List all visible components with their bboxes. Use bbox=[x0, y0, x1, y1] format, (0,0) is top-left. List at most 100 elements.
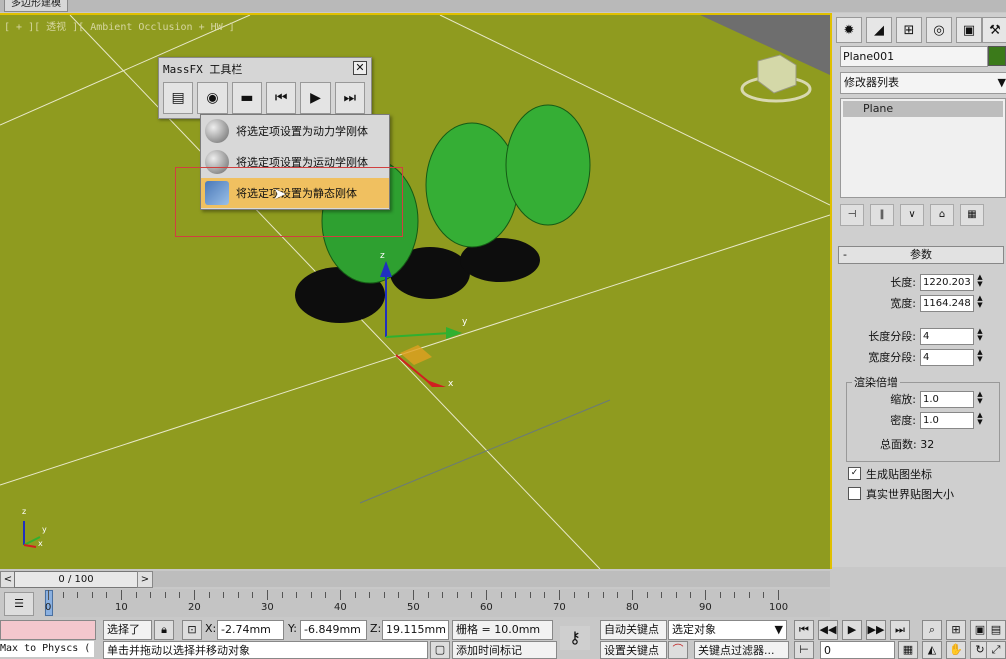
density-spinner[interactable]: ▲ ▼ bbox=[976, 412, 984, 427]
track-tick bbox=[778, 590, 779, 600]
track-tick-label: 30 bbox=[261, 602, 274, 613]
configure-sets-icon[interactable]: ▦ bbox=[960, 204, 984, 226]
mouse-cursor-icon: ➤ bbox=[273, 184, 287, 203]
previous-frame-icon[interactable]: ◀◀ bbox=[818, 620, 838, 640]
motion-tab-icon[interactable]: ◎ bbox=[926, 17, 952, 43]
object-color-swatch[interactable] bbox=[988, 46, 1006, 66]
transform-mode-icon[interactable]: ⊡ bbox=[182, 620, 202, 640]
scale-input[interactable]: 1.0 bbox=[920, 391, 974, 408]
modifier-list-dropdown[interactable]: 修改器列表 ▼ bbox=[840, 72, 1006, 94]
key-icon[interactable]: ⚷ bbox=[560, 626, 590, 650]
length-label: 长度: bbox=[890, 276, 916, 289]
go-to-end-icon[interactable]: ⏭ bbox=[890, 620, 910, 640]
scale-row: 缩放: 1.0 ▲ ▼ bbox=[836, 391, 1002, 409]
length-spinner[interactable]: ▲ ▼ bbox=[976, 274, 984, 289]
tab-poly-modeling[interactable]: 多边形建模 bbox=[4, 0, 68, 12]
set-key-button[interactable]: 设置关键点 bbox=[600, 641, 667, 659]
zoom-extents-all-icon[interactable]: ▤ bbox=[986, 620, 1006, 640]
zoom-all-icon[interactable]: ⊞ bbox=[946, 620, 966, 640]
lock-selection-icon[interactable]: 🔒︎ bbox=[154, 620, 174, 640]
length-segs-spinner[interactable]: ▲ ▼ bbox=[976, 328, 984, 343]
close-icon[interactable]: ✕ bbox=[353, 61, 367, 75]
maxscript-input[interactable]: Max to Physcs ( bbox=[0, 641, 94, 657]
track-tick bbox=[705, 590, 706, 600]
width-spinner[interactable]: ▲ ▼ bbox=[976, 295, 984, 310]
track-tick bbox=[296, 592, 298, 598]
x-coordinate-input[interactable]: -2.74mm bbox=[217, 620, 284, 640]
selected-object-dropdown[interactable]: 选定对象 ▼ bbox=[668, 620, 787, 640]
real-world-map-checkbox[interactable] bbox=[848, 487, 861, 500]
time-tag-icon[interactable]: ▢ bbox=[430, 641, 450, 659]
play-simulation-icon[interactable]: ▶ bbox=[300, 82, 331, 114]
parameters-header[interactable]: - 参数 bbox=[838, 246, 1004, 264]
gizmo-x-label: x bbox=[448, 379, 454, 389]
time-next-icon[interactable]: > bbox=[137, 571, 153, 588]
current-frame-input[interactable]: 0 bbox=[820, 641, 895, 659]
density-input[interactable]: 1.0 bbox=[920, 412, 974, 429]
maxscript-listener-mini[interactable] bbox=[0, 620, 96, 640]
play-icon[interactable]: ▶ bbox=[842, 620, 862, 640]
key-filters-button[interactable]: 关键点过滤器... bbox=[694, 641, 789, 659]
perspective-viewport[interactable]: [ + ][ 透视 ][ Ambient Occlusion + HW ] z … bbox=[0, 13, 832, 569]
dynamic-body-icon bbox=[205, 119, 229, 143]
modifier-stack[interactable]: Plane bbox=[840, 98, 1006, 198]
maximize-viewport-icon[interactable]: ⤢ bbox=[986, 641, 1006, 659]
next-frame-icon[interactable]: ▶▶ bbox=[866, 620, 886, 640]
scale-spinner[interactable]: ▲ ▼ bbox=[976, 391, 984, 406]
length-segs-input[interactable]: 4 bbox=[920, 328, 974, 345]
stack-item-plane[interactable]: Plane bbox=[843, 101, 1003, 117]
gen-map-coords-checkbox[interactable]: ✓ bbox=[848, 467, 861, 480]
tripod-y-label: y bbox=[42, 525, 47, 534]
pin-stack-icon[interactable]: ⊣ bbox=[840, 204, 864, 226]
remove-modifier-icon[interactable]: ⌂ bbox=[930, 204, 954, 226]
object-name-field[interactable]: Plane001 bbox=[840, 46, 988, 67]
track-tick-label: 70 bbox=[553, 602, 566, 613]
step-simulation-icon[interactable]: ⏭ bbox=[334, 82, 365, 114]
display-tab-icon[interactable]: ▣ bbox=[956, 17, 982, 43]
track-tick-label: 20 bbox=[188, 602, 201, 613]
create-tab-icon[interactable]: ✹ bbox=[836, 17, 862, 43]
world-settings-icon[interactable]: ▤ bbox=[163, 82, 194, 114]
y-coordinate-input[interactable]: -6.849mm bbox=[300, 620, 367, 640]
track-tick bbox=[427, 592, 429, 598]
width-segs-label: 宽度分段: bbox=[868, 351, 916, 364]
time-config-icon[interactable]: ▦ bbox=[898, 641, 918, 659]
track-tick bbox=[310, 592, 312, 598]
track-tick bbox=[340, 590, 341, 600]
gizmo-z-label: z bbox=[380, 251, 385, 261]
track-view-icon[interactable]: ☰ bbox=[4, 592, 34, 616]
modify-tab-icon[interactable]: ◢ bbox=[866, 17, 892, 43]
utilities-tab-icon[interactable]: ⚒ bbox=[982, 17, 1006, 43]
pan-icon[interactable]: ✋ bbox=[946, 641, 966, 659]
key-mode-icon[interactable]: ⊢ bbox=[794, 641, 814, 659]
reset-simulation-icon[interactable]: ⏮ bbox=[265, 82, 297, 114]
viewport-label[interactable]: [ + ][ 透视 ][ Ambient Occlusion + HW ] bbox=[4, 18, 235, 33]
width-segs-spinner[interactable]: ▲ ▼ bbox=[976, 349, 984, 364]
constraint-icon[interactable]: ▬ bbox=[231, 82, 262, 114]
show-end-result-icon[interactable]: ‖ bbox=[870, 204, 894, 226]
track-tick-label: 10 bbox=[115, 602, 128, 613]
massfx-toolbar[interactable]: MassFX 工具栏 ✕ ▤ ◉ ▬ ⏮ ▶ ⏭ bbox=[158, 57, 372, 119]
track-tick bbox=[91, 592, 93, 598]
go-to-start-icon[interactable]: ⏮ bbox=[794, 620, 814, 640]
stack-buttons: ⊣ ‖ ∨ ⌂ ▦ bbox=[840, 204, 1004, 226]
rigid-body-icon[interactable]: ◉ bbox=[197, 82, 228, 114]
width-row: 宽度: 1164.248 ▲ ▼ bbox=[836, 295, 1002, 313]
hierarchy-tab-icon[interactable]: ⊞ bbox=[896, 17, 922, 43]
total-faces: 总面数: 32 bbox=[880, 438, 935, 451]
length-input[interactable]: 1220.203 bbox=[920, 274, 974, 291]
set-key-icon[interactable]: ⌒ bbox=[668, 641, 688, 659]
auto-key-button[interactable]: 自动关键点 bbox=[600, 620, 667, 640]
width-segs-input[interactable]: 4 bbox=[920, 349, 974, 366]
make-unique-icon[interactable]: ∨ bbox=[900, 204, 924, 226]
track-tick bbox=[734, 592, 736, 598]
time-slider-thumb[interactable]: 0 / 100 bbox=[14, 571, 138, 588]
width-input[interactable]: 1164.248 bbox=[920, 295, 974, 312]
menu-item-dynamic[interactable]: 将选定项设置为动力学刚体 bbox=[201, 116, 389, 146]
track-bar[interactable] bbox=[44, 589, 830, 617]
track-tick bbox=[559, 590, 560, 600]
field-of-view-icon[interactable]: ◭ bbox=[922, 641, 942, 659]
zoom-icon[interactable]: ⌕ bbox=[922, 620, 942, 640]
z-coordinate-input[interactable]: 19.115mm bbox=[382, 620, 449, 640]
add-time-tag[interactable]: 添加时间标记 bbox=[452, 641, 557, 659]
